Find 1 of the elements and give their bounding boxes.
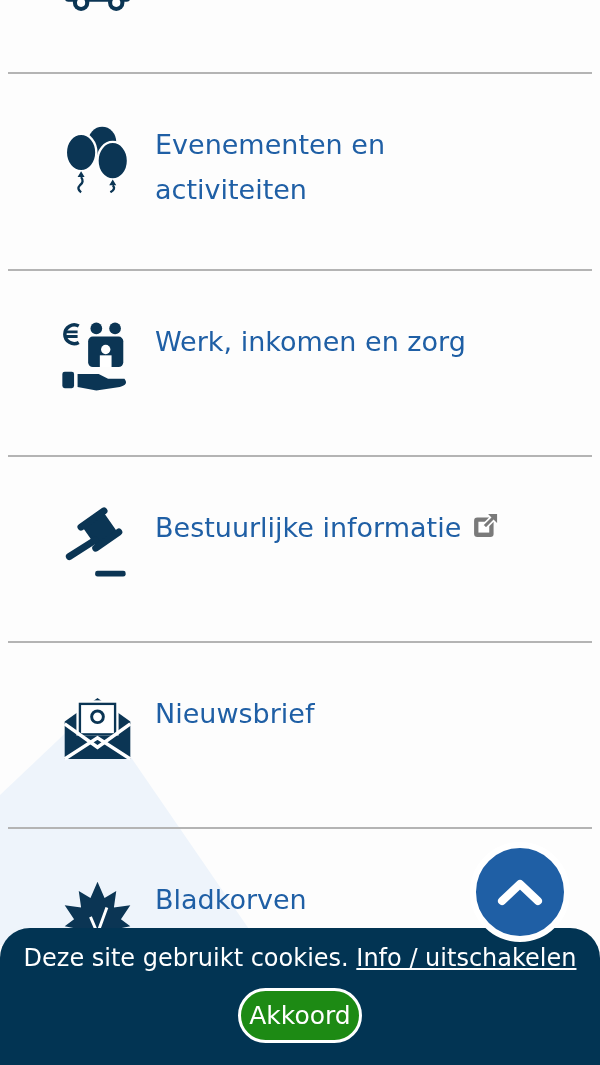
- cookie-notice: Deze site gebruikt cookies. Info / uitschakelen: [23, 943, 577, 974]
